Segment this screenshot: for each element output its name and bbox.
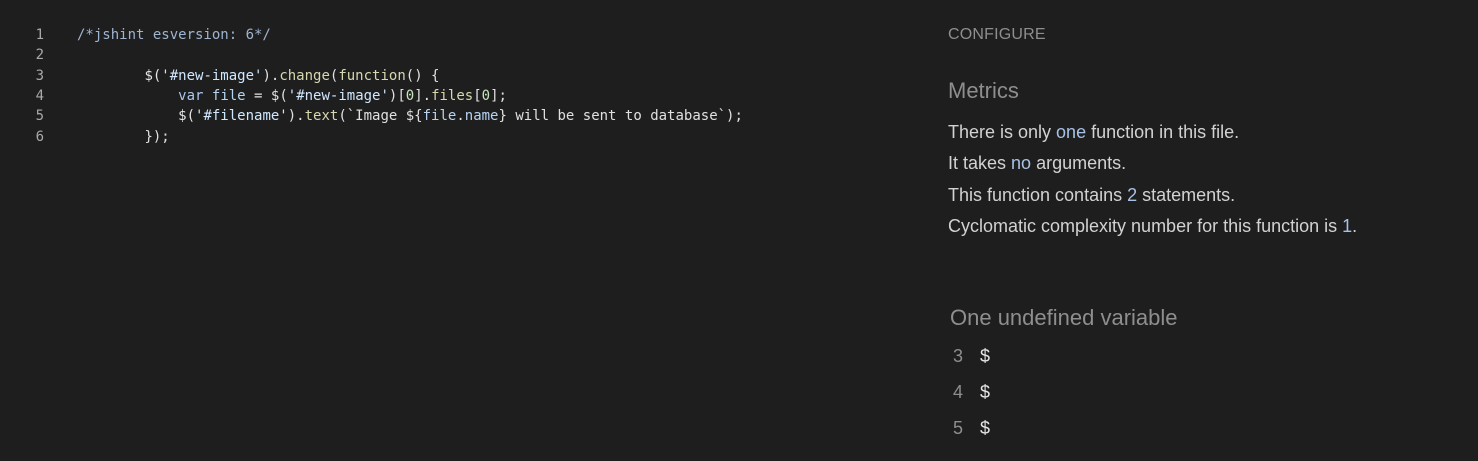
code-text: $('#filename').text(`Image ${file.name} …	[77, 106, 743, 126]
metric-line: It takes no arguments.	[948, 153, 1126, 174]
code-token: function	[338, 67, 406, 84]
code-token: $(	[178, 108, 196, 125]
undefined-variable-line-number: 5	[953, 418, 964, 438]
line-number: 5	[35, 108, 44, 125]
undefined-variable-name[interactable]: $	[980, 382, 990, 402]
code-token: = $(	[245, 87, 288, 104]
metric-line: There is only one function in this file.	[948, 122, 1239, 143]
metric-value: 1	[1342, 216, 1353, 236]
code-token: file	[211, 87, 246, 104]
undefined-variable-line-number: 3	[953, 346, 964, 366]
metric-text: statements.	[1137, 185, 1236, 205]
code-token: text	[304, 108, 339, 125]
code-text: $('#new-image').change(function() {	[77, 66, 439, 86]
metric-line: Cyclomatic complexity number for this fu…	[948, 216, 1357, 237]
code-token: ];	[490, 87, 507, 104]
code-token: (`Image ${	[338, 108, 423, 125]
code-token: () {	[405, 67, 440, 84]
code-text: });	[77, 127, 170, 147]
metric-text: There is only	[948, 122, 1057, 142]
analysis-panel: CONFIGURE Metrics There is only one func…	[948, 0, 1468, 461]
line-number: 6	[35, 128, 44, 145]
metric-text: function in this file.	[1086, 122, 1240, 142]
undefined-variable-row[interactable]: 3 $	[953, 346, 990, 367]
metric-text: Cyclomatic complexity number for this fu…	[948, 216, 1343, 236]
metric-text: This function contains	[948, 185, 1128, 205]
metric-value: one	[1056, 122, 1087, 142]
line-number: 1	[35, 27, 44, 43]
undefined-variable-name[interactable]: $	[980, 418, 990, 438]
line-number: 3	[35, 67, 44, 84]
code-token: ).	[262, 67, 280, 84]
code-editor[interactable]: 1/*jshint esversion: 6*/2 3 $('#new-image…	[0, 0, 920, 461]
undefined-variables-heading: One undefined variable	[950, 305, 1178, 330]
code-token: [	[473, 87, 482, 104]
code-text: var file = $('#new-image')[0].files[0];	[77, 86, 507, 106]
metric-value: 2	[1127, 185, 1138, 205]
code-token: '#new-image'	[287, 87, 389, 104]
code-token: name	[464, 108, 499, 125]
code-token: ].	[414, 87, 432, 104]
undefined-variable-row[interactable]: 4 $	[953, 382, 990, 403]
code-token: var	[178, 87, 204, 104]
code-token: .	[456, 108, 465, 125]
code-token: 0	[481, 87, 491, 104]
code-token: ).	[287, 108, 305, 125]
undefined-variable-name[interactable]: $	[980, 346, 990, 366]
metric-text: It takes	[948, 153, 1012, 173]
metric-text: .	[1352, 216, 1358, 236]
code-token: /*jshint esversion: 6*/	[77, 27, 271, 43]
code-token: '#new-image'	[161, 67, 263, 84]
code-token: });	[144, 128, 170, 145]
code-token: files	[431, 87, 474, 104]
code-token: $(	[144, 67, 162, 84]
code-token: )[	[388, 87, 406, 104]
code-token: '#filename'	[195, 108, 288, 125]
code-token: 0	[405, 87, 415, 104]
code-token: file	[422, 108, 457, 125]
line-number: 4	[35, 87, 44, 104]
metric-text: arguments.	[1031, 153, 1127, 173]
metric-value: no	[1011, 153, 1032, 173]
metric-line: This function contains 2 statements.	[948, 185, 1235, 206]
configure-link[interactable]: CONFIGURE	[948, 26, 1046, 44]
code-token: change	[279, 67, 330, 84]
line-number: 2	[35, 47, 44, 64]
undefined-variable-line-number: 4	[953, 382, 964, 402]
code-token: } will be sent to database`);	[498, 108, 743, 125]
undefined-variable-row[interactable]: 5 $	[953, 418, 990, 439]
metrics-heading: Metrics	[948, 78, 1019, 103]
code-text: /*jshint esversion: 6*/	[77, 25, 271, 45]
